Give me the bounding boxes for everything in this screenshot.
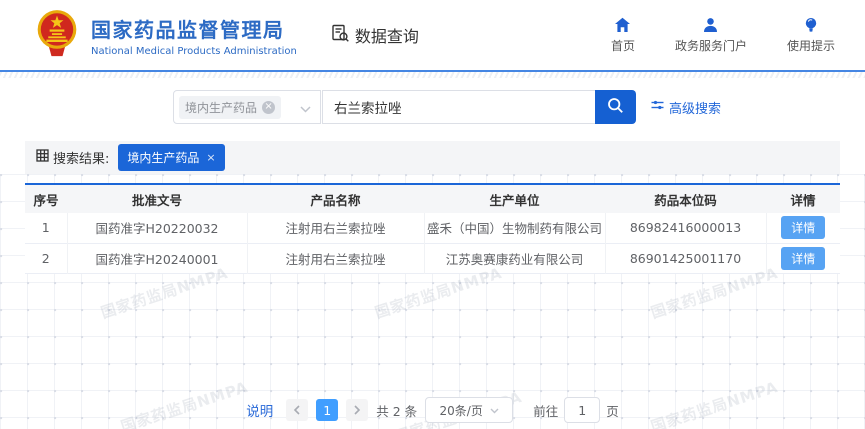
- col-index: 序号: [33, 192, 59, 208]
- prev-page-button[interactable]: [286, 399, 309, 421]
- search-input[interactable]: [322, 90, 595, 124]
- col-drug-code: 药品本位码: [654, 192, 717, 208]
- top-nav: 首页 政务服务门户 使用提示: [611, 17, 865, 54]
- table-row: 1 国药准字H20220032 注射用右兰索拉唑 盛禾（中国）生物制药有限公司 …: [25, 213, 840, 243]
- chevron-down-icon: [300, 98, 311, 117]
- lightbulb-icon: [803, 17, 819, 33]
- top-bar: 国家药品监督管理局 National Medical Products Admi…: [0, 0, 865, 70]
- search-icon: [607, 97, 624, 117]
- cell-detail: 详情: [766, 243, 840, 273]
- detail-button[interactable]: 详情: [781, 246, 826, 270]
- page-size-value: 20条/页: [439, 403, 483, 418]
- col-manufacturer: 生产单位: [489, 192, 540, 208]
- org-title: 国家药品监督管理局: [91, 17, 285, 42]
- nav-portal[interactable]: 政务服务门户: [675, 17, 747, 54]
- cell-product-name: 注射用右兰索拉唑: [247, 243, 425, 273]
- goto-page: 前往 页: [533, 397, 619, 423]
- national-emblem-logo: [34, 8, 80, 62]
- grid-icon: [36, 149, 49, 166]
- cell-manufacturer: 盛禾（中国）生物制药有限公司: [424, 213, 606, 243]
- col-product-name: 产品名称: [310, 192, 361, 208]
- page-unit-label: 页: [606, 403, 619, 419]
- results-bar: 搜索结果: 境内生产药品 ×: [25, 141, 840, 174]
- nav-home[interactable]: 首页: [611, 17, 635, 54]
- table-header-row: 序号 批准文号 产品名称 生产单位 药品本位码 详情: [25, 185, 840, 213]
- page: 国家药品监督管理局 National Medical Products Admi…: [0, 0, 865, 429]
- pagination: 说明 1 共 2 条 20条/页 前往 页: [0, 397, 865, 423]
- search-button[interactable]: [595, 90, 636, 124]
- cell-manufacturer: 江苏奥赛康药业有限公司: [424, 243, 606, 273]
- category-tag: 境内生产药品 ×: [179, 95, 282, 119]
- category-tag-label: 境内生产药品: [185, 100, 258, 115]
- data-query-icon: [331, 24, 350, 47]
- category-select[interactable]: 境内生产药品 ×: [173, 90, 321, 124]
- brand: 国家药品监督管理局 National Medical Products Admi…: [34, 8, 419, 62]
- note-link[interactable]: 说明: [246, 400, 273, 420]
- cell-index: 2: [25, 243, 68, 273]
- app-title-label: 数据查询: [354, 27, 419, 46]
- cell-product-name: 注射用右兰索拉唑: [247, 213, 425, 243]
- col-approval-no: 批准文号: [131, 192, 182, 208]
- org-subtitle: National Medical Products Administration: [91, 45, 297, 57]
- results-area: 国家药监局NMPA 国家药监局NMPA 国家药监局NMPA 国家药监局NMPA …: [0, 174, 865, 429]
- detail-button[interactable]: 详情: [781, 216, 826, 240]
- next-page-button[interactable]: [346, 399, 369, 421]
- results-label: 搜索结果:: [36, 148, 109, 167]
- results-label-text: 搜索结果:: [53, 152, 110, 167]
- search-bar: 境内生产药品 × 右兰索拉唑 高级搜索: [173, 90, 865, 124]
- page-number-current[interactable]: 1: [316, 399, 339, 421]
- cell-index: 1: [25, 213, 68, 243]
- cell-drug-code: 86982416000013: [605, 213, 767, 243]
- hatch-band: [0, 72, 865, 78]
- home-icon: [614, 17, 631, 33]
- user-icon: [702, 17, 719, 33]
- goto-page-input[interactable]: [564, 397, 601, 423]
- chevron-down-icon: [490, 403, 499, 417]
- cell-detail: 详情: [766, 213, 840, 243]
- advanced-search-link[interactable]: 高级搜索: [651, 98, 721, 117]
- nav-portal-label: 政务服务门户: [674, 38, 747, 53]
- results-filter-tag-label: 境内生产药品: [127, 151, 200, 165]
- nav-home-label: 首页: [610, 38, 635, 53]
- cell-approval-no: 国药准字H20220032: [67, 213, 248, 243]
- results-table-body: 1 国药准字H20220032 注射用右兰索拉唑 盛禾（中国）生物制药有限公司 …: [25, 213, 840, 273]
- cell-approval-no: 国药准字H20240001: [67, 243, 248, 273]
- brand-text: 国家药品监督管理局 National Medical Products Admi…: [91, 14, 297, 57]
- cell-drug-code: 86901425001170: [605, 243, 767, 273]
- table-row: 2 国药准字H20240001 注射用右兰索拉唑 江苏奥赛康药业有限公司 869…: [25, 243, 840, 273]
- results-table: 序号 批准文号 产品名称 生产单位 药品本位码 详情 1 国药准字H202200…: [25, 183, 840, 274]
- goto-label: 前往: [533, 403, 559, 419]
- app-title: 数据查询: [331, 23, 419, 47]
- nav-tips-label: 使用提示: [786, 38, 835, 53]
- filter-tag-close-icon[interactable]: ×: [206, 151, 215, 164]
- col-detail: 详情: [790, 192, 816, 208]
- filter-sliders-icon: [651, 99, 664, 115]
- page-size-select[interactable]: 20条/页: [425, 397, 514, 423]
- nav-tips[interactable]: 使用提示: [787, 17, 835, 54]
- category-tag-close-icon[interactable]: ×: [262, 100, 276, 114]
- results-filter-tag[interactable]: 境内生产药品 ×: [118, 144, 225, 171]
- advanced-search-label: 高级搜索: [669, 101, 722, 117]
- total-count-label: 共 2 条: [376, 403, 418, 419]
